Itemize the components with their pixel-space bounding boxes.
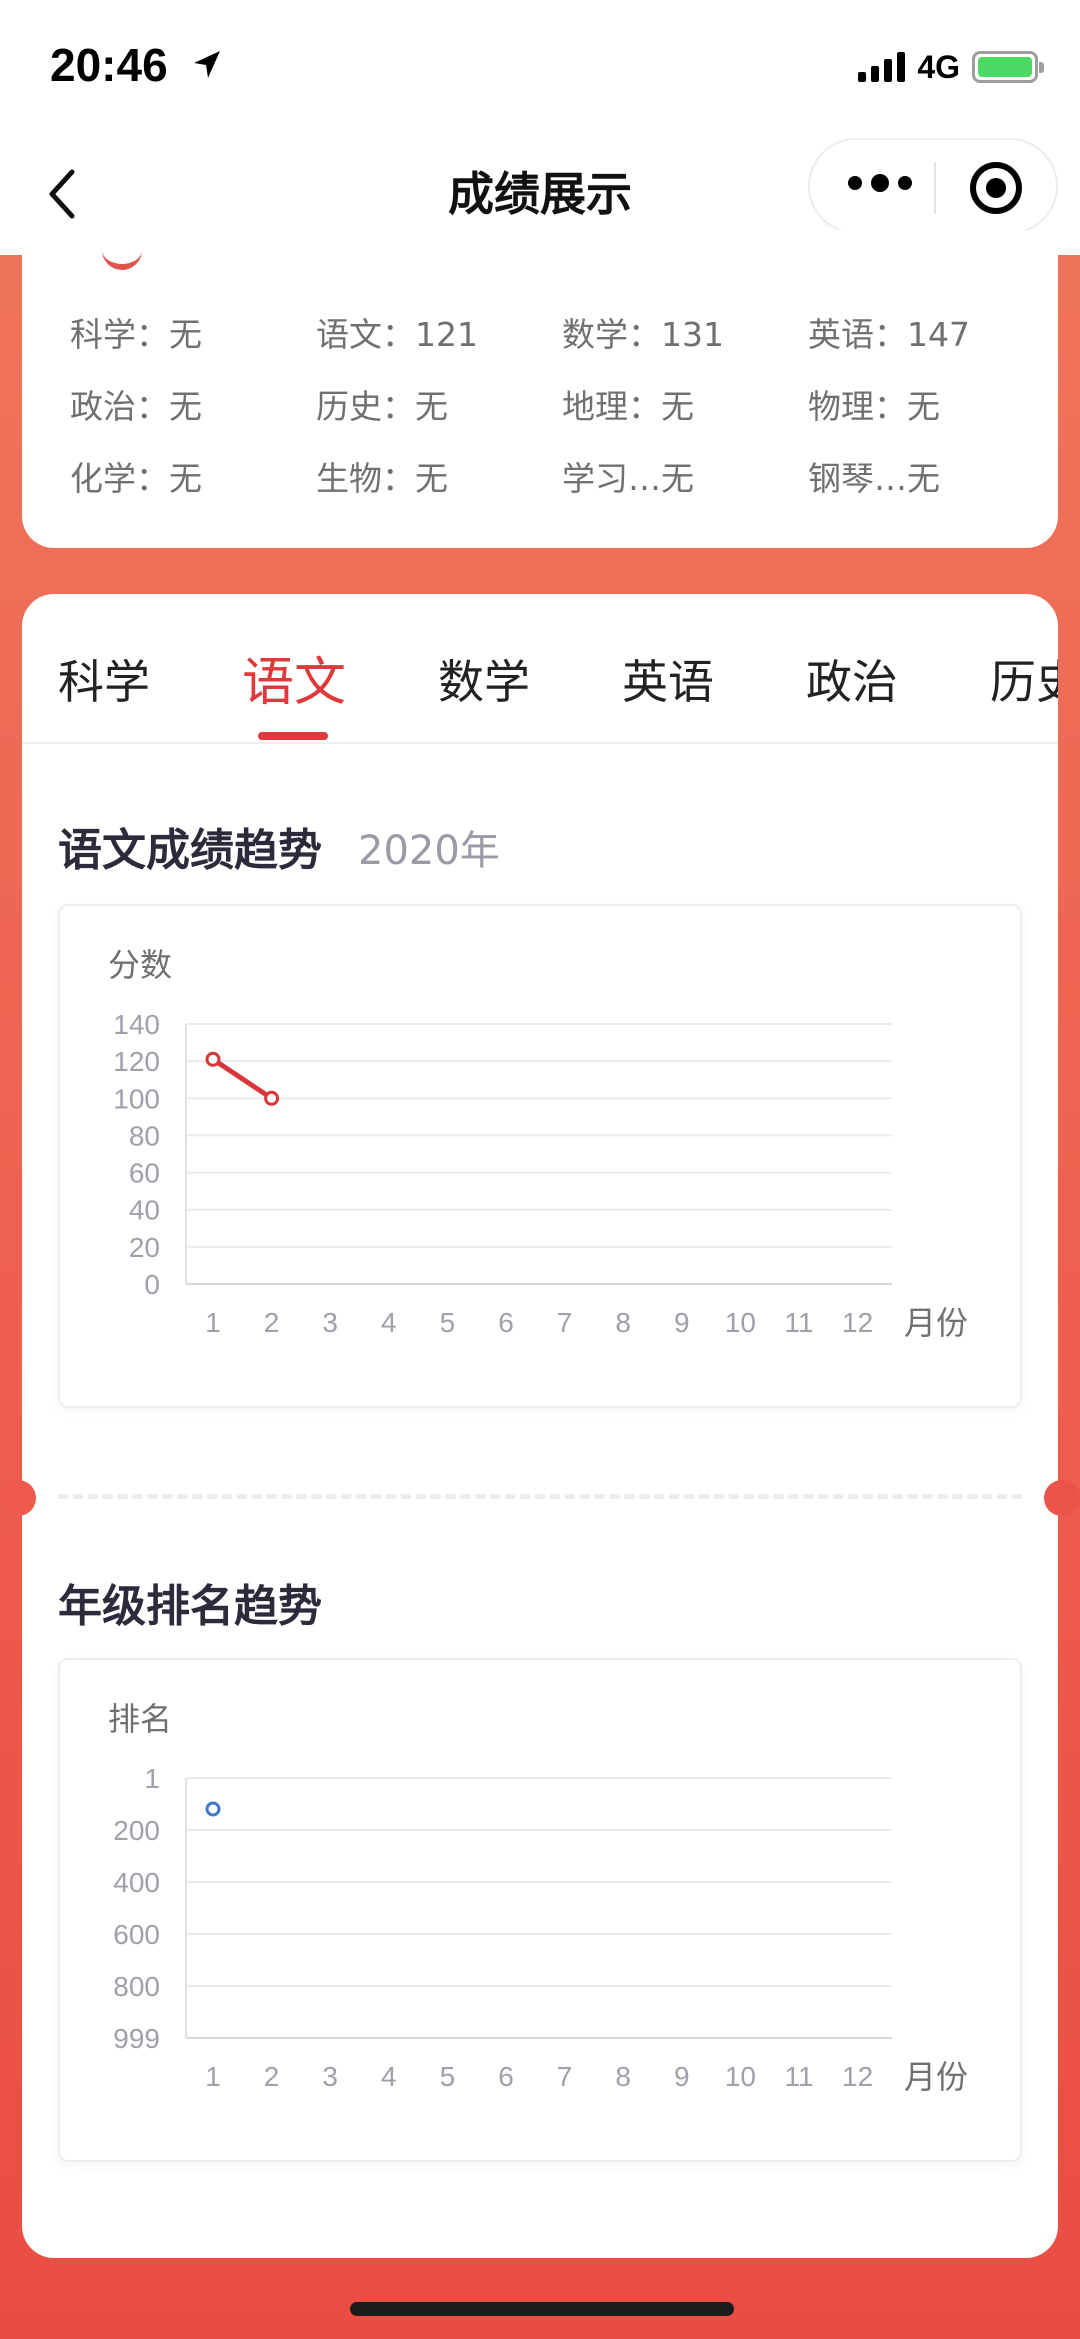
x-tick-label: 12	[842, 2061, 873, 2092]
x-tick-label: 5	[440, 1307, 456, 1338]
score-grid: 科学：无 语文：121 数学：131 英语：147 政治：无 历史：无 地理：无…	[70, 312, 1050, 502]
x-tick-label: 10	[725, 1307, 756, 1338]
mini-program-capsule	[808, 138, 1058, 234]
x-tick-label: 3	[322, 2061, 338, 2092]
home-indicator	[350, 2302, 734, 2316]
data-point	[205, 1051, 221, 1067]
dashed-divider	[58, 1494, 1022, 1499]
location-arrow-icon	[194, 51, 220, 78]
y-tick-label: 140	[113, 1009, 160, 1040]
tab-chinese[interactable]: 语文	[242, 640, 346, 715]
x-tick-label: 1	[205, 1307, 221, 1338]
rank-trend-title: 年级排名趋势	[58, 1581, 322, 1632]
x-tick-label: 7	[557, 1307, 573, 1338]
y-tick-label: 0	[144, 1269, 160, 1300]
x-tick-label: 8	[615, 2061, 631, 2092]
tab-science[interactable]: 科学	[58, 646, 150, 712]
status-indicators: 4G	[858, 48, 1044, 86]
x-tick-label: 11	[784, 2061, 813, 2092]
series-line	[210, 1056, 275, 1101]
capsule-divider	[934, 162, 936, 214]
x-tick-label: 1	[205, 2061, 221, 2092]
x-tick-label: 7	[557, 2061, 573, 2092]
x-tick-label: 11	[784, 1307, 813, 1338]
score-item: 历史：无	[316, 387, 448, 426]
ticket-notch-right	[1044, 1480, 1080, 1516]
score-chart: 分数 140 120 100 80 60 40 20 0 1 2 3 4 5 6 7 8 9 10 11 12 月份	[58, 904, 1022, 1408]
battery-icon	[972, 51, 1044, 83]
score-item: 生物：无	[316, 459, 448, 498]
x-tick-label: 12	[842, 1307, 873, 1338]
y-tick-label: 100	[113, 1083, 160, 1114]
battery-fill	[978, 57, 1032, 77]
x-axis-label: 月份	[904, 1305, 968, 1341]
y-tick-label: 1	[144, 1763, 160, 1794]
avatar-edge	[102, 250, 142, 270]
x-tick-label: 4	[381, 1307, 397, 1338]
rank-chart-svg: 排名12004006008009991 2 3 4 5 6 7 8 9 10 11 12 月份	[108, 1701, 968, 2095]
y-tick-label: 999	[113, 2023, 160, 2054]
data-point	[264, 1090, 280, 1106]
score-summary-card: 科学：无 语文：121 数学：131 英语：147 政治：无 历史：无 地理：无…	[22, 230, 1058, 548]
close-target-icon[interactable]	[970, 162, 1022, 214]
y-tick-label: 200	[113, 1815, 160, 1846]
x-tick-label: 4	[381, 2061, 397, 2092]
trend-card: 科学 语文 数学 英语 政治 历史 语文成绩趋势 2020年 分数1401201…	[22, 594, 1058, 2258]
x-tick-label: 9	[674, 2061, 690, 2092]
subject-tabs: 科学 语文 数学 英语 政治 历史	[22, 594, 1058, 744]
tab-politics[interactable]: 政治	[806, 646, 898, 712]
more-icon[interactable]	[848, 174, 912, 192]
y-tick-label: 800	[113, 1971, 160, 2002]
rank-chart: 排名 1 200 400 600 800 999 1 2 3 4 5 6 7 8 9 10 11 12 月份	[58, 1658, 1022, 2162]
score-item: 政治：无	[70, 387, 202, 426]
ticket-notch-left	[0, 1480, 36, 1516]
x-tick-label: 3	[322, 1307, 338, 1338]
score-item: 化学：无	[70, 459, 202, 498]
score-item: 科学：无	[70, 315, 202, 354]
x-tick-label: 10	[725, 2061, 756, 2092]
x-tick-label: 5	[440, 2061, 456, 2092]
status-time: 20:46	[50, 39, 168, 91]
signal-icon	[858, 52, 906, 82]
x-tick-label: 2	[264, 1307, 280, 1338]
x-tick-label: 9	[674, 1307, 690, 1338]
active-tab-indicator	[258, 732, 328, 740]
status-bar: 20:46 4G	[0, 0, 1080, 130]
x-tick-label: 6	[498, 2061, 514, 2092]
score-trend-title: 语文成绩趋势	[58, 825, 322, 876]
y-tick-label: 120	[113, 1046, 160, 1077]
tab-math[interactable]: 数学	[438, 646, 530, 712]
x-tick-label: 6	[498, 1307, 514, 1338]
y-tick-label: 600	[113, 1919, 160, 1950]
score-item: 地理：无	[562, 387, 694, 426]
score-item: 语文：121	[316, 315, 478, 354]
score-item: 钢琴…无	[808, 459, 940, 498]
y-tick-label: 60	[129, 1158, 160, 1189]
tab-english[interactable]: 英语	[622, 646, 714, 712]
x-axis-label: 月份	[904, 2059, 968, 2095]
y-axis-label: 分数	[108, 947, 172, 983]
y-tick-label: 40	[129, 1195, 160, 1226]
network-type: 4G	[917, 48, 960, 85]
score-chart-svg: 分数1401201008060402001 2 3 4 5 6 7 8 9 10 11 12 月份	[108, 947, 968, 1341]
score-item: 学习…无	[562, 459, 694, 498]
score-item: 物理：无	[808, 387, 940, 426]
score-item: 英语：147	[808, 315, 970, 354]
y-tick-label: 400	[113, 1867, 160, 1898]
y-tick-label: 20	[129, 1232, 160, 1263]
x-tick-label: 2	[264, 2061, 280, 2092]
y-tick-label: 80	[129, 1120, 160, 1151]
tab-history[interactable]: 历史	[990, 646, 1058, 712]
score-trend-year: 2020年	[358, 828, 500, 874]
x-tick-label: 8	[615, 1307, 631, 1338]
y-axis-label: 排名	[108, 1701, 172, 1737]
score-item: 数学：131	[562, 315, 724, 354]
data-point	[205, 1801, 221, 1817]
